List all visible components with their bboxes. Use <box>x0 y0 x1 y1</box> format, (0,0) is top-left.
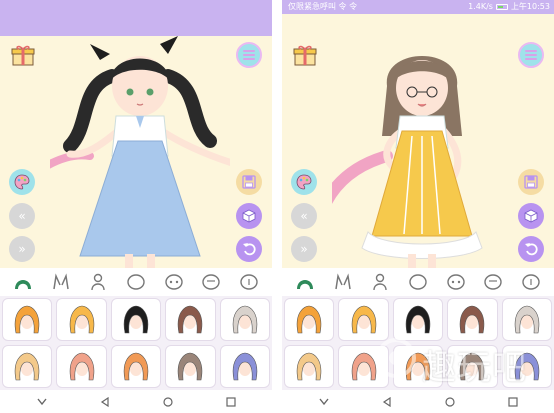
android-nav-bar <box>0 390 272 413</box>
hair-swatch-item[interactable] <box>501 298 552 341</box>
hair-style-icon <box>514 305 539 333</box>
floppy-disk-icon[interactable] <box>518 169 544 195</box>
dice-icon[interactable] <box>518 203 544 229</box>
hair-style-icon <box>405 352 431 380</box>
hair-style-icon <box>178 305 203 333</box>
ears-category-icon[interactable] <box>332 271 354 293</box>
hair-style-icon <box>178 352 203 380</box>
status-bar: 仅限紧急呼叫 令 令 1.4K/s 上午10:53 <box>282 0 554 14</box>
hair-swatch-item[interactable] <box>392 345 444 388</box>
hamburger-menu-icon[interactable] <box>518 42 544 68</box>
hair-style-icon <box>232 352 257 380</box>
hair-swatch-item[interactable] <box>165 345 216 388</box>
network-speed: 1.4K/s <box>468 2 493 11</box>
hair-swatch-item[interactable] <box>447 298 498 341</box>
hair-swatch-item[interactable] <box>110 345 162 388</box>
hair-swatch-item[interactable] <box>110 298 162 341</box>
status-right: 1.4K/s 上午10:53 <box>468 1 550 12</box>
back-triangle-icon[interactable] <box>98 395 112 409</box>
battery-icon <box>495 3 508 10</box>
hair-style-icon <box>460 305 485 333</box>
next-button[interactable]: » <box>9 236 35 262</box>
floppy-disk-icon[interactable] <box>236 169 262 195</box>
hair-style-icon <box>460 352 485 380</box>
hair-swatch-item[interactable] <box>501 345 552 388</box>
home-icon[interactable] <box>443 395 457 409</box>
hair-style-icon <box>351 352 376 380</box>
hair-style-icon <box>123 305 149 333</box>
gift-icon[interactable] <box>293 44 317 66</box>
hair-swatch-item[interactable] <box>338 298 389 341</box>
palette-icon[interactable] <box>291 169 317 195</box>
hair-swatch-item[interactable] <box>2 298 53 341</box>
back-icon[interactable] <box>317 395 331 409</box>
face-category-icon[interactable] <box>407 271 429 293</box>
hair-swatch-item[interactable] <box>338 345 389 388</box>
recents-icon[interactable] <box>506 395 520 409</box>
mouth-category-icon[interactable] <box>482 271 504 293</box>
category-bar <box>0 268 272 296</box>
body-category-icon[interactable] <box>87 271 109 293</box>
dice-icon[interactable] <box>236 203 262 229</box>
hair-category-icon[interactable] <box>12 271 34 293</box>
palette-icon[interactable] <box>9 169 35 195</box>
hair-style-icon <box>297 305 322 333</box>
android-nav-bar <box>282 390 554 413</box>
hamburger-menu-icon[interactable] <box>236 42 262 68</box>
hair-swatch-item[interactable] <box>56 345 107 388</box>
hair-swatch-grid <box>282 296 554 390</box>
body-category-icon[interactable] <box>369 271 391 293</box>
top-band <box>282 14 554 36</box>
hair-category-icon[interactable] <box>294 271 316 293</box>
phone-screen-right: 仅限紧急呼叫 令 令 1.4K/s 上午10:53 « » <box>282 0 554 413</box>
carrier-text: 仅限紧急呼叫 令 令 <box>288 2 358 11</box>
status-bar <box>0 0 272 36</box>
previous-button[interactable]: « <box>291 203 317 229</box>
previous-button[interactable]: « <box>9 203 35 229</box>
hair-style-icon <box>514 352 539 380</box>
hair-swatch-grid <box>0 296 272 390</box>
hair-style-icon <box>15 352 40 380</box>
next-button[interactable]: » <box>291 236 317 262</box>
hair-style-icon <box>232 305 257 333</box>
back-triangle-icon[interactable] <box>380 395 394 409</box>
hair-swatch-item[interactable] <box>447 345 498 388</box>
clock: 上午10:53 <box>510 2 550 11</box>
character-avatar[interactable] <box>332 36 512 268</box>
hair-swatch-item[interactable] <box>219 298 270 341</box>
hair-style-icon <box>351 305 376 333</box>
face-category-icon[interactable] <box>125 271 147 293</box>
recents-icon[interactable] <box>224 395 238 409</box>
category-bar <box>282 268 554 296</box>
hair-style-icon <box>69 305 94 333</box>
hair-style-icon <box>69 352 94 380</box>
gift-icon[interactable] <box>11 44 35 66</box>
undo-icon[interactable] <box>236 236 262 262</box>
home-icon[interactable] <box>161 395 175 409</box>
ears-category-icon[interactable] <box>50 271 72 293</box>
mouth-category-icon[interactable] <box>200 271 222 293</box>
hair-style-icon <box>15 305 40 333</box>
eyes-category-icon[interactable] <box>163 271 185 293</box>
eyes-category-icon[interactable] <box>445 271 467 293</box>
hair-swatch-item[interactable] <box>284 298 335 341</box>
app-screenshot: « » 仅限紧急呼叫 令 令 1.4K/s 上午10:53 « » 趣玩吧 <box>0 0 554 413</box>
accessory-category-icon[interactable] <box>238 271 260 293</box>
phone-screen-left: « » <box>0 0 272 413</box>
hair-swatch-item[interactable] <box>219 345 270 388</box>
hair-style-icon <box>123 352 149 380</box>
hair-style-icon <box>405 305 431 333</box>
hair-swatch-item[interactable] <box>56 298 107 341</box>
character-avatar[interactable] <box>50 36 230 268</box>
hair-swatch-item[interactable] <box>284 345 335 388</box>
hair-swatch-item[interactable] <box>165 298 216 341</box>
hair-swatch-item[interactable] <box>2 345 53 388</box>
hair-swatch-item[interactable] <box>392 298 444 341</box>
back-icon[interactable] <box>35 395 49 409</box>
accessory-category-icon[interactable] <box>520 271 542 293</box>
hair-style-icon <box>297 352 322 380</box>
undo-icon[interactable] <box>518 236 544 262</box>
